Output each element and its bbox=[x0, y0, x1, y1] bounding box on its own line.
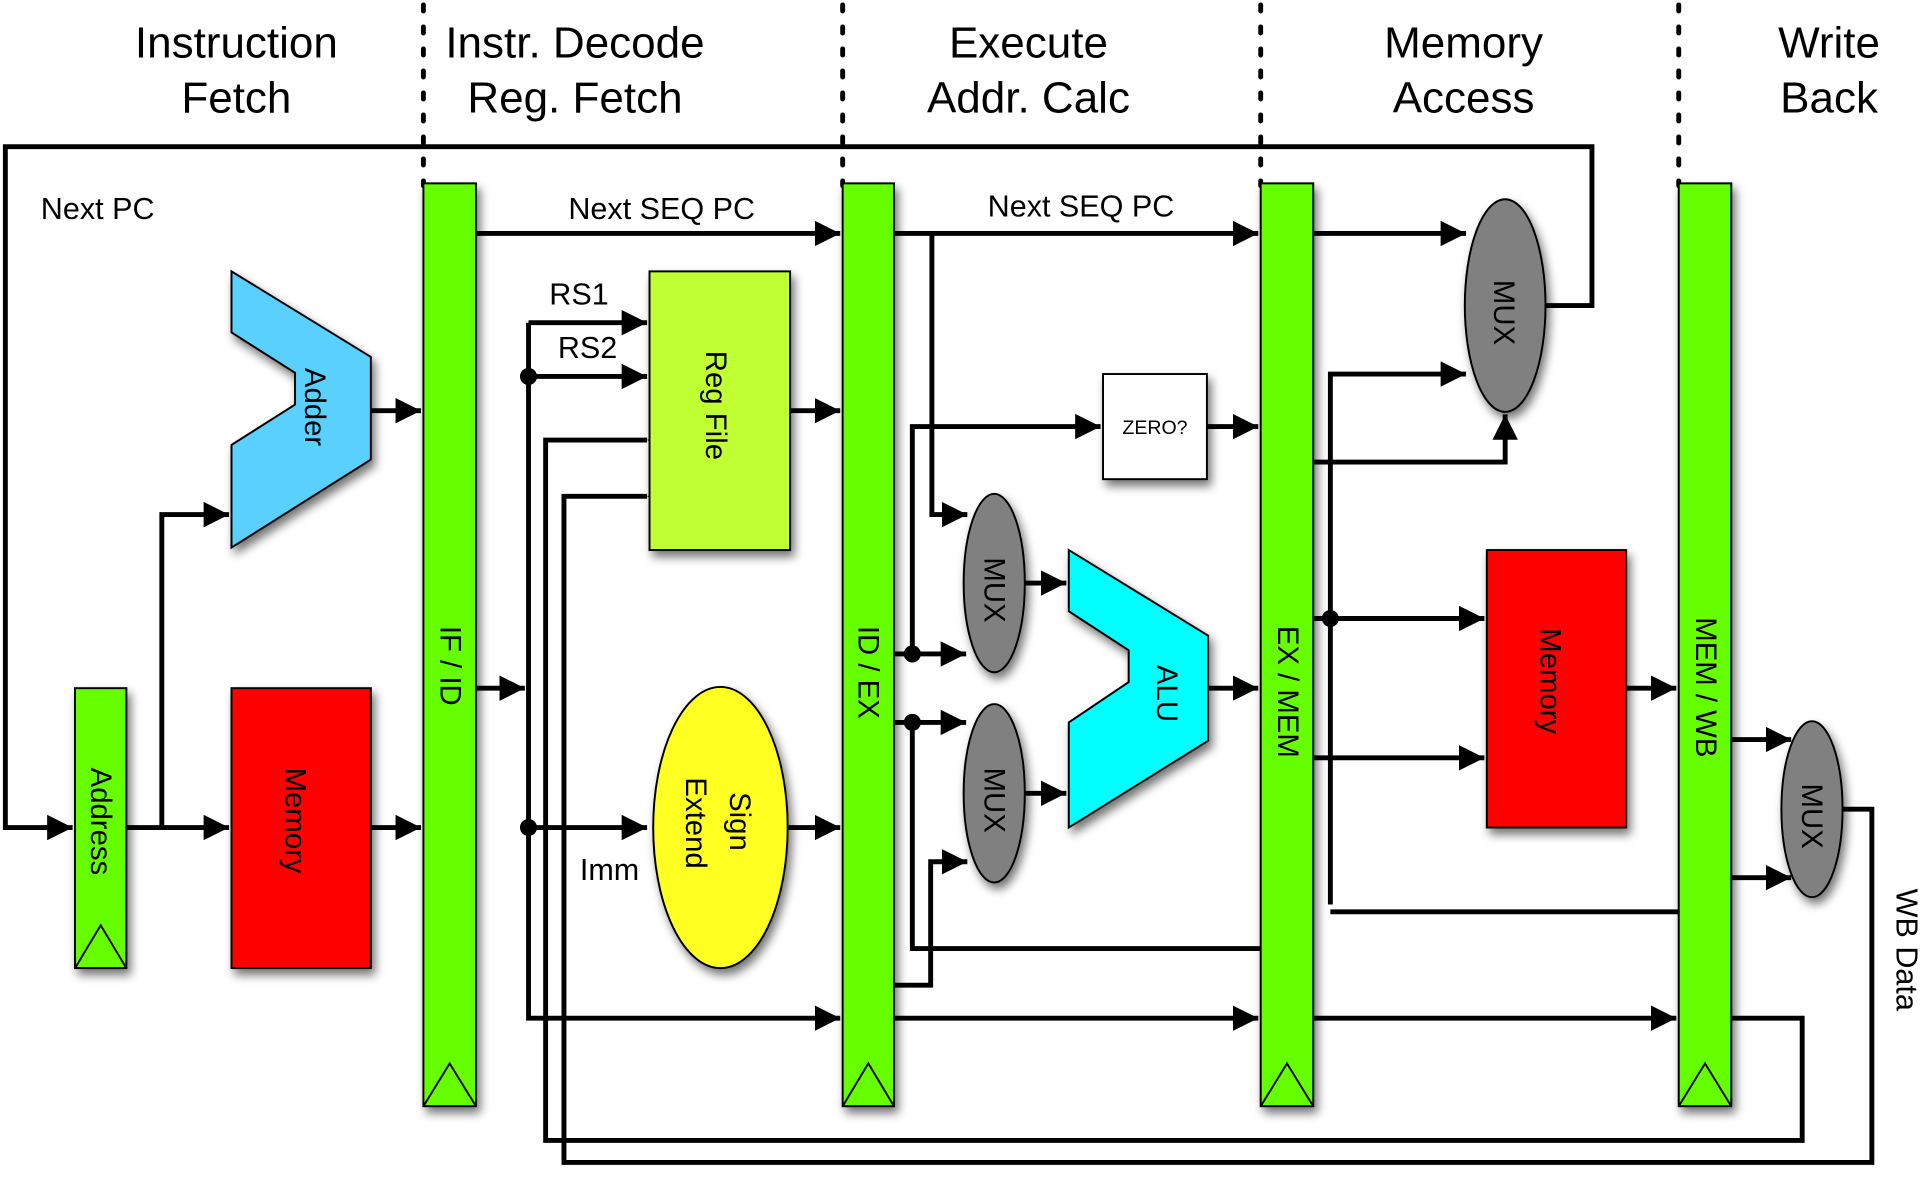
junction-dot bbox=[1321, 609, 1339, 628]
label-ex-mem: EX / MEM bbox=[1271, 626, 1304, 758]
label-sign: Sign bbox=[723, 792, 756, 851]
stage-id-line2: Reg. Fetch bbox=[467, 73, 682, 122]
label-next-seq-pc-2: Next SEQ PC bbox=[988, 189, 1175, 223]
mux-alu-b: MUX bbox=[962, 703, 1026, 884]
label-next-seq-pc-1: Next SEQ PC bbox=[568, 192, 755, 226]
label-next-pc: Next PC bbox=[41, 192, 155, 226]
mux-alu-a: MUX bbox=[962, 492, 1026, 674]
instruction-memory: Memory bbox=[230, 687, 372, 970]
label-regfile: Reg File bbox=[699, 351, 732, 460]
wire-imm-to-mux2 bbox=[893, 849, 968, 988]
wire-cond-to-memmux bbox=[1313, 414, 1518, 465]
label-mux-alu-b: MUX bbox=[977, 768, 1010, 833]
label-mux-next-pc: MUX bbox=[1487, 280, 1520, 345]
label-adder: Adder bbox=[298, 368, 331, 446]
label-mem-wb: MEM / WB bbox=[1689, 617, 1722, 757]
wire-address-to-adder bbox=[159, 501, 230, 828]
label-zero: ZERO? bbox=[1122, 417, 1187, 439]
junction-dot bbox=[903, 645, 921, 663]
stage-ex-line2: Addr. Calc bbox=[927, 73, 1130, 122]
label-mux-alu-a: MUX bbox=[977, 557, 1010, 622]
stage-if-line2: Fetch bbox=[181, 73, 291, 122]
label-rs1: RS1 bbox=[549, 277, 608, 311]
junction-dot bbox=[519, 818, 538, 837]
wire-alu-to-memmux bbox=[1327, 361, 1467, 905]
label-dmem: Memory bbox=[1534, 628, 1567, 734]
label-imem: Memory bbox=[278, 768, 311, 874]
stage-id-line1: Instr. Decode bbox=[445, 18, 704, 67]
label-wb-data: WB Data bbox=[1889, 889, 1920, 1011]
junction-dot bbox=[519, 367, 538, 386]
stage-if-line1: Instruction bbox=[135, 18, 338, 67]
stage-headers: Instruction Fetch Instr. Decode Reg. Fet… bbox=[135, 18, 1880, 122]
address-register: Address bbox=[74, 687, 128, 970]
stage-mem-line1: Memory bbox=[1384, 18, 1543, 67]
stage-mem-line2: Access bbox=[1393, 73, 1535, 122]
label-id-ex: ID / EX bbox=[852, 626, 885, 719]
sign-extend: Sign Extend bbox=[652, 685, 789, 970]
stage-ex-line1: Execute bbox=[949, 18, 1108, 67]
data-memory: Memory bbox=[1485, 549, 1628, 829]
mux-next-pc: MUX bbox=[1463, 198, 1547, 413]
alu: ALU bbox=[1067, 548, 1210, 830]
label-if-id: IF / ID bbox=[434, 626, 467, 706]
label-mux-writeback: MUX bbox=[1795, 784, 1828, 849]
label-address: Address bbox=[84, 768, 117, 876]
mux-writeback: MUX bbox=[1780, 720, 1844, 899]
adder: Adder bbox=[230, 269, 372, 550]
register-file: Reg File bbox=[648, 270, 792, 552]
label-rs2: RS2 bbox=[558, 331, 617, 365]
stage-wb-line2: Back bbox=[1780, 73, 1879, 122]
label-imm: Imm bbox=[580, 853, 639, 887]
zero-detect: ZERO? bbox=[1102, 373, 1208, 481]
junction-dot bbox=[903, 713, 921, 731]
pipeline-diagram: Instruction Fetch Instr. Decode Reg. Fet… bbox=[2, 2, 1920, 1165]
label-extend: Extend bbox=[679, 777, 712, 868]
wire-pc-to-mux1 bbox=[929, 233, 968, 528]
label-alu: ALU bbox=[1150, 665, 1183, 722]
stage-wb-line1: Write bbox=[1778, 18, 1880, 67]
